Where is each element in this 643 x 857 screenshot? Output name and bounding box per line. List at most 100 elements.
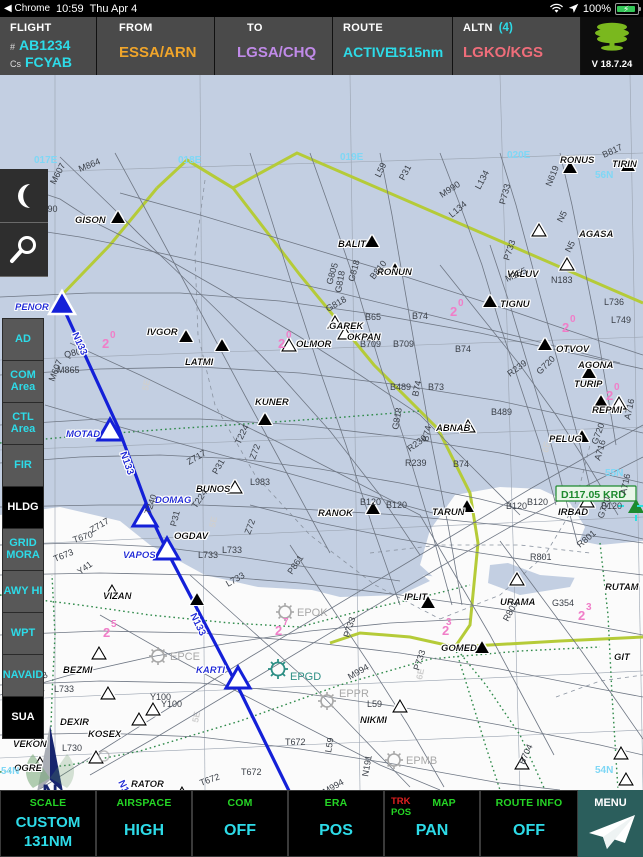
moon-icon bbox=[9, 181, 39, 211]
svg-text:DOMAG: DOMAG bbox=[155, 495, 192, 506]
route-label: ROUTE bbox=[343, 22, 383, 34]
svg-text:B74: B74 bbox=[412, 311, 428, 321]
svg-text:REPMI: REPMI bbox=[592, 405, 622, 416]
night-mode-button[interactable] bbox=[0, 169, 48, 223]
svg-text:OGDAV: OGDAV bbox=[174, 531, 209, 542]
stacked-disc-logo-icon bbox=[591, 22, 633, 57]
svg-text:B74: B74 bbox=[453, 459, 469, 469]
svg-text:L59: L59 bbox=[367, 699, 382, 709]
toolbar-map-value: PAN bbox=[415, 822, 449, 839]
svg-text:EPMB: EPMB bbox=[406, 755, 437, 767]
svg-text:B120: B120 bbox=[360, 497, 381, 507]
svg-text:B120: B120 bbox=[506, 501, 527, 511]
toolbar-menu-button[interactable]: MENU bbox=[578, 790, 643, 857]
altn-value: LGKO/KGS bbox=[463, 44, 544, 61]
svg-text:54N: 54N bbox=[595, 765, 613, 776]
svg-text:018E: 018E bbox=[178, 155, 202, 166]
svg-text:VIZAN: VIZAN bbox=[103, 591, 133, 602]
callsign-prefix: Cs bbox=[10, 59, 21, 69]
location-arrow-icon bbox=[568, 3, 579, 14]
svg-text:RONUS: RONUS bbox=[560, 155, 595, 166]
header-to-cell[interactable]: TO LGSA/CHQ bbox=[215, 17, 333, 75]
toolbar-scale-button[interactable]: SCALE CUSTOM 131NM bbox=[0, 790, 96, 857]
svg-text:IRBAD: IRBAD bbox=[558, 507, 588, 518]
svg-text:EPCE: EPCE bbox=[170, 651, 200, 663]
layer-button-ctl-area[interactable]: CTL Area bbox=[2, 402, 44, 444]
toolbar-map-button[interactable]: TRK POS MAP PAN bbox=[384, 790, 480, 857]
svg-text:GISON: GISON bbox=[75, 215, 107, 226]
back-to-app-link[interactable]: ◀ Chrome bbox=[4, 3, 50, 14]
toolbar-route-info-button[interactable]: ROUTE INFO OFF bbox=[480, 790, 578, 857]
header-altn-cell[interactable]: 1515nm ALTN (4) LGKO/KGS bbox=[391, 17, 581, 75]
to-label: TO bbox=[247, 22, 263, 34]
svg-text:0: 0 bbox=[458, 298, 464, 309]
svg-text:2: 2 bbox=[275, 623, 282, 638]
toolbar-com-button[interactable]: COM OFF bbox=[192, 790, 288, 857]
svg-text:TURIP: TURIP bbox=[574, 379, 603, 390]
layer-button-ad[interactable]: AD bbox=[2, 318, 44, 360]
svg-text:54N: 54N bbox=[1, 766, 19, 777]
svg-text:Y100: Y100 bbox=[150, 692, 171, 702]
route-status-value: ACTIVE bbox=[343, 44, 395, 60]
svg-text:L733: L733 bbox=[54, 684, 74, 694]
app-logo-cell[interactable]: V 18.7.24 bbox=[581, 17, 643, 75]
status-bar-time: 10:59 bbox=[56, 2, 84, 15]
trk-label: TRK bbox=[391, 796, 411, 807]
layer-button-com-area[interactable]: COM Area bbox=[2, 360, 44, 402]
svg-text:B489: B489 bbox=[390, 382, 411, 392]
svg-text:KUNER: KUNER bbox=[255, 397, 289, 408]
svg-text:L736: L736 bbox=[604, 297, 624, 307]
toolbar-airspace-button[interactable]: AIRSPACE HIGH bbox=[96, 790, 192, 857]
svg-text:L733: L733 bbox=[198, 550, 218, 560]
toolbar-airspace-value: HIGH bbox=[124, 822, 164, 839]
svg-text:B73: B73 bbox=[428, 382, 444, 392]
search-zoom-button[interactable] bbox=[0, 223, 48, 277]
svg-text:BEZMI: BEZMI bbox=[63, 665, 93, 676]
svg-text:B65: B65 bbox=[365, 312, 381, 322]
layer-button-hldg[interactable]: HLDG bbox=[2, 486, 44, 528]
svg-text:D117.05 KRD: D117.05 KRD bbox=[561, 489, 626, 501]
layer-button-awy-hi[interactable]: AWY HI bbox=[2, 570, 44, 612]
svg-text:55N: 55N bbox=[605, 468, 623, 479]
svg-text:R801: R801 bbox=[530, 552, 552, 562]
svg-text:T672: T672 bbox=[241, 767, 262, 777]
svg-text:B709: B709 bbox=[393, 339, 414, 349]
trk-pos-indicator: TRK POS bbox=[391, 796, 411, 818]
svg-text:2: 2 bbox=[562, 320, 569, 335]
layer-label-com-2: Area bbox=[10, 380, 36, 393]
header-from-cell[interactable]: FROM ESSA/ARN bbox=[97, 17, 215, 75]
flight-header-bar: FLIGHT # AB1234 Cs FCYAB FROM ESSA/ARN T… bbox=[0, 17, 643, 75]
svg-text:2: 2 bbox=[606, 388, 613, 403]
battery-charging-icon: ⚡ bbox=[615, 2, 641, 15]
svg-text:VEKON: VEKON bbox=[13, 739, 48, 750]
layer-label-ctl-2: Area bbox=[10, 422, 36, 435]
svg-text:G354: G354 bbox=[552, 598, 574, 608]
layer-button-navaid[interactable]: NAVAID bbox=[2, 654, 44, 696]
svg-text:B74: B74 bbox=[455, 344, 471, 354]
to-value: LGSA/CHQ bbox=[237, 44, 317, 61]
toolbar-era-button[interactable]: ERA POS bbox=[288, 790, 384, 857]
header-flight-cell[interactable]: FLIGHT # AB1234 Cs FCYAB bbox=[0, 17, 97, 75]
svg-text:PELUG: PELUG bbox=[549, 434, 582, 445]
svg-text:LATMI: LATMI bbox=[185, 357, 214, 368]
navigation-map[interactable]: .sea{fill:#c3cfe2;} .land{fill:#fbfbfb;}… bbox=[0, 75, 643, 790]
map-layer-buttons: AD COM Area CTL Area FIR HLDG GRID MORA … bbox=[2, 318, 44, 739]
svg-text:L733: L733 bbox=[222, 545, 242, 555]
svg-text:L749: L749 bbox=[611, 315, 631, 325]
svg-text:020E: 020E bbox=[507, 150, 531, 161]
route-distance-value: 1515nm bbox=[391, 44, 444, 60]
svg-text:3: 3 bbox=[446, 617, 452, 628]
layer-button-wpt[interactable]: WPT bbox=[2, 612, 44, 654]
svg-text:KOSEX: KOSEX bbox=[88, 729, 122, 740]
svg-text:TIGNU: TIGNU bbox=[500, 299, 531, 310]
toolbar-era-title: ERA bbox=[324, 797, 348, 809]
svg-text:2: 2 bbox=[102, 336, 109, 351]
svg-text:019E: 019E bbox=[340, 152, 364, 163]
svg-text:R239: R239 bbox=[405, 458, 427, 468]
layer-button-fir[interactable]: FIR bbox=[2, 444, 44, 486]
layer-label-ad-1: AD bbox=[15, 332, 31, 345]
layer-button-sua[interactable]: SUA bbox=[2, 696, 44, 739]
svg-text:AGASA: AGASA bbox=[578, 229, 613, 240]
svg-text:EPOK: EPOK bbox=[297, 607, 328, 619]
layer-button-grid-mora[interactable]: GRID MORA bbox=[2, 528, 44, 570]
